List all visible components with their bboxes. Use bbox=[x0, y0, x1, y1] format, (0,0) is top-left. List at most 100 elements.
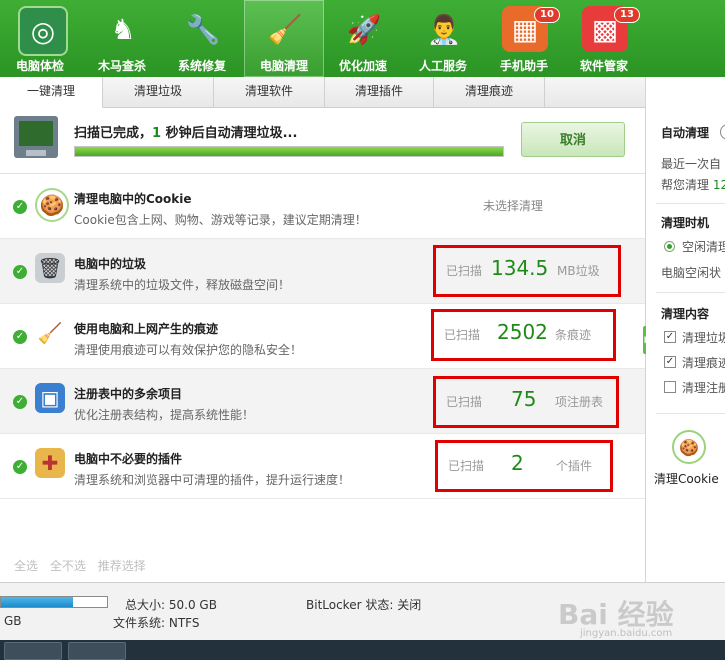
clean-item-junk[interactable]: ✓ 🗑 电脑中的垃圾 清理系统中的垃圾文件，释放磁盘空间！ 已扫描 134.5 … bbox=[0, 239, 645, 304]
doctor-icon: 👨‍⚕️ bbox=[426, 12, 462, 46]
registry-cubes-icon: ▣ bbox=[35, 383, 65, 413]
cookie-icon[interactable]: 🍪 bbox=[672, 430, 706, 464]
clean-item-title: 电脑中不必要的插件 bbox=[74, 452, 183, 466]
clean-item-desc: 优化注册表结构，提高系统性能！ bbox=[74, 408, 255, 422]
content-checkbox-traces[interactable]: ✓ bbox=[664, 356, 676, 368]
divider bbox=[656, 292, 725, 293]
scan-result-box: 已扫描 2502 条痕迹 bbox=[431, 309, 616, 361]
scan-suffix: 秒钟后自动清理垃圾... bbox=[161, 126, 298, 141]
baidu-watermark-url: jingyan.baidu.com bbox=[580, 628, 673, 639]
horse-shield-icon: ♞ bbox=[110, 12, 136, 46]
main-toolbar: ◎ 电脑体检 ♞ 木马查杀 🔧 系统修复 🧹 电脑清理 🚀 优化加速 👨‍⚕️ … bbox=[0, 0, 725, 77]
clean-item-desc: 清理使用痕迹可以有效保护您的隐私安全！ bbox=[74, 343, 303, 357]
selection-links: 全选 全不选 推荐选择 bbox=[14, 557, 154, 574]
tab-clean-junk[interactable]: 清理垃圾 bbox=[103, 77, 214, 107]
recommended-select-link[interactable]: 推荐选择 bbox=[98, 559, 146, 573]
plugin-puzzle-icon: ✚ bbox=[35, 448, 65, 478]
scan-result-value: 75 bbox=[511, 387, 537, 411]
divider bbox=[656, 413, 725, 414]
auto-clean-toggle[interactable] bbox=[720, 124, 725, 140]
clean-item-title: 清理电脑中的Cookie bbox=[74, 192, 192, 206]
checked-icon[interactable]: ✓ bbox=[13, 460, 27, 474]
scan-countdown: 1 bbox=[152, 126, 162, 141]
checked-icon[interactable]: ✓ bbox=[13, 330, 27, 344]
os-taskbar bbox=[0, 640, 725, 660]
scan-result-box: 已扫描 134.5 MB垃圾 bbox=[433, 245, 621, 297]
toolbar-item-software-manager[interactable]: ▩ 13 软件管家 bbox=[564, 0, 644, 77]
toolbar-item-pc-clean[interactable]: 🧹 电脑清理 bbox=[244, 0, 324, 77]
divider bbox=[656, 203, 725, 204]
idle-desc-text: 电脑空闲状 bbox=[661, 266, 722, 280]
scan-result-label: 已扫描 bbox=[448, 459, 485, 473]
disk-gb-label: GB bbox=[4, 614, 22, 628]
checked-icon[interactable]: ✓ bbox=[13, 265, 27, 279]
toolbar-item-checkup[interactable]: ◎ 电脑体检 bbox=[0, 0, 80, 77]
help-clean-text: 帮您清理 12 bbox=[661, 176, 725, 193]
checked-icon[interactable]: ✓ bbox=[13, 395, 27, 409]
scan-status-text: 扫描已完成，1 秒钟后自动清理垃圾... bbox=[74, 122, 297, 141]
clean-item-title: 电脑中的垃圾 bbox=[74, 257, 147, 271]
software-manager-badge: 13 bbox=[614, 7, 640, 23]
taskbar-app-button[interactable] bbox=[68, 642, 126, 660]
clean-item-traces[interactable]: ✓ 🧹 使用电脑和上网产生的痕迹 清理使用痕迹可以有效保护您的隐私安全！ 已扫描… bbox=[0, 304, 645, 369]
toolbar-item-system-repair[interactable]: 🔧 系统修复 bbox=[162, 0, 242, 77]
content-title: 清理内容 bbox=[661, 307, 710, 321]
scan-result-unit: 条痕迹 bbox=[555, 328, 592, 342]
content-label-traces: 清理痕迹 bbox=[682, 356, 725, 370]
toolbar-item-label: 电脑体检 bbox=[15, 59, 64, 73]
toolbar-item-label: 软件管家 bbox=[579, 59, 628, 73]
scan-progress-fill bbox=[75, 147, 503, 156]
toolbar-item-label: 系统修复 bbox=[177, 59, 226, 73]
total-size-text: 总大小: 50.0 GB bbox=[125, 598, 217, 612]
idle-clean-radio[interactable] bbox=[664, 241, 675, 252]
clean-item-cookie[interactable]: ✓ 🍪 清理电脑中的Cookie Cookie包含上网、购物、游戏等记录，建议定… bbox=[0, 174, 645, 239]
scan-result-box: 已扫描 2 个插件 bbox=[435, 440, 613, 492]
clean-cookie-label[interactable]: 清理Cookie bbox=[654, 470, 719, 487]
select-all-link[interactable]: 全选 bbox=[14, 559, 38, 573]
scan-result-value: 134.5 bbox=[491, 256, 549, 280]
tab-clean-plugins[interactable]: 清理插件 bbox=[325, 77, 434, 107]
scan-result-label: 已扫描 bbox=[446, 395, 483, 409]
toolbar-item-manual-service[interactable]: 👨‍⚕️ 人工服务 bbox=[403, 0, 483, 77]
content-checkbox-junk[interactable]: ✓ bbox=[664, 331, 676, 343]
right-settings-panel: 自动清理 最近一次自 帮您清理 12 清理时机 空闲清理 电脑空闲状 清理内容 … bbox=[646, 108, 725, 582]
taskbar-folder-button[interactable] bbox=[4, 642, 62, 660]
tab-clean-traces[interactable]: 清理痕迹 bbox=[434, 77, 545, 107]
tab-one-click-clean[interactable]: 一键清理 bbox=[0, 77, 103, 108]
disk-usage-fill bbox=[1, 597, 74, 607]
scan-result-value: 2502 bbox=[497, 320, 548, 344]
clean-tabs: 一键清理 清理垃圾 清理软件 清理插件 清理痕迹 bbox=[0, 77, 645, 108]
clean-item-plugins[interactable]: ✓ ✚ 电脑中不必要的插件 清理系统和浏览器中可清理的插件，提升运行速度！ 已扫… bbox=[0, 434, 645, 499]
content-checkbox-registry[interactable] bbox=[664, 381, 676, 393]
wrench-icon: 🔧 bbox=[185, 12, 221, 46]
toolbar-item-optimize[interactable]: 🚀 优化加速 bbox=[323, 0, 403, 77]
scan-result-box: 已扫描 75 项注册表 bbox=[433, 376, 619, 428]
scan-result-unit: 项注册表 bbox=[555, 395, 604, 409]
toolbar-item-label: 人工服务 bbox=[418, 59, 467, 73]
toolbar-item-trojan-scan[interactable]: ♞ 木马查杀 bbox=[82, 0, 162, 77]
toolbar-item-label: 优化加速 bbox=[338, 59, 387, 73]
disk-usage-bar bbox=[0, 596, 108, 608]
toolbar-item-phone-assistant[interactable]: ▦ 10 手机助手 bbox=[484, 0, 564, 77]
baidu-watermark: Bai 经验 bbox=[558, 598, 674, 631]
clean-item-registry[interactable]: ✓ ▣ 注册表中的多余项目 优化注册表结构，提高系统性能！ 已扫描 75 项注册… bbox=[0, 369, 645, 434]
auto-clean-title: 自动清理 bbox=[661, 126, 710, 140]
select-none-link[interactable]: 全不选 bbox=[50, 559, 86, 573]
scan-status-panel: 扫描已完成，1 秒钟后自动清理垃圾... 取消 bbox=[0, 108, 645, 174]
scan-result-unit: MB垃圾 bbox=[557, 264, 600, 278]
cancel-button[interactable]: 取消 bbox=[521, 122, 625, 157]
clean-item-title: 注册表中的多余项目 bbox=[74, 387, 183, 401]
trash-can-icon: 🗑 bbox=[35, 253, 65, 283]
scan-result-label: 已扫描 bbox=[446, 264, 483, 278]
checked-icon[interactable]: ✓ bbox=[13, 200, 27, 214]
broom-icon: 🧹 bbox=[37, 321, 63, 345]
tab-clean-software[interactable]: 清理软件 bbox=[214, 77, 325, 107]
clean-item-desc: 清理系统中的垃圾文件，释放磁盘空间！ bbox=[74, 278, 291, 292]
toolbar-item-label: 手机助手 bbox=[499, 59, 548, 73]
scan-progress-bar bbox=[74, 146, 504, 157]
monitor-icon bbox=[14, 116, 58, 158]
content-label-junk: 清理垃圾 bbox=[682, 331, 725, 345]
radar-icon: ◎ bbox=[18, 6, 68, 56]
scan-result-value: 2 bbox=[511, 451, 524, 475]
recent-clean-text: 最近一次自 bbox=[661, 157, 722, 171]
